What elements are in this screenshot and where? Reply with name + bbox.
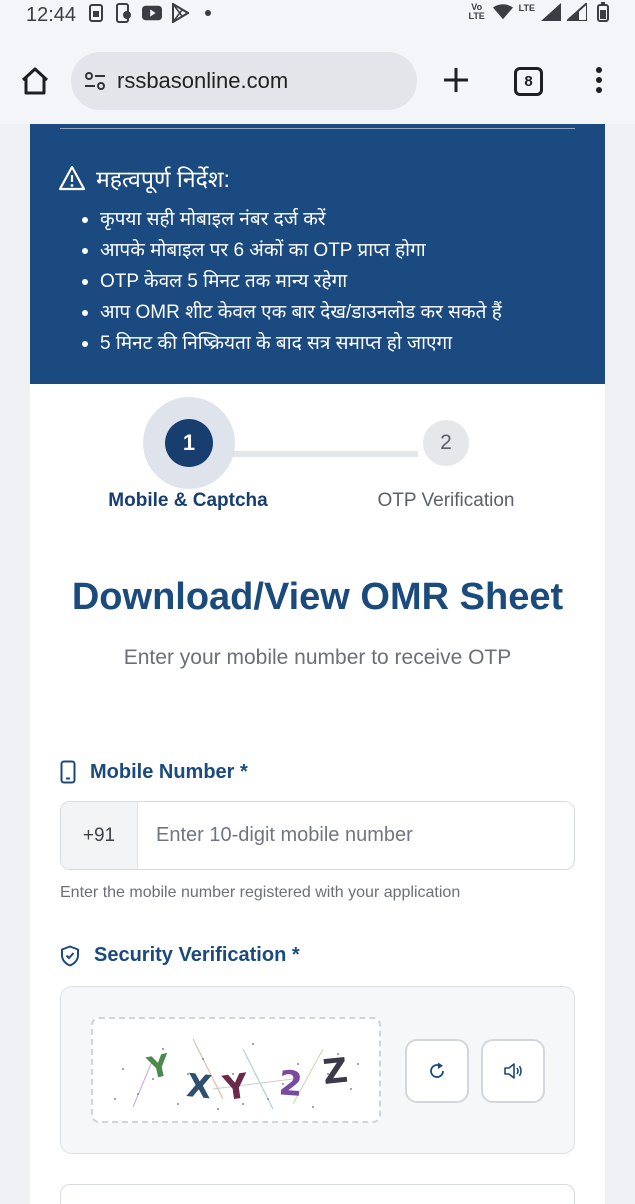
site-settings-icon[interactable] [83, 69, 107, 93]
dot-icon [198, 3, 218, 23]
new-tab-button[interactable] [436, 60, 476, 100]
volte-label: Vo LTE [468, 2, 485, 21]
captcha-graphic: Y X Y 2 Z [114, 1038, 359, 1110]
step-1-label: Mobile & Captcha [108, 490, 268, 511]
divider [60, 128, 575, 129]
status-bar: 12:44 Vo LTE LTE [0, 0, 635, 36]
mobile-number-input[interactable] [138, 802, 574, 869]
youtube-icon [142, 3, 162, 23]
system-icons: Vo LTE LTE [467, 0, 613, 24]
captcha-input-field[interactable] [60, 1184, 575, 1204]
captcha-char: Y [220, 1066, 251, 1109]
plus-icon [444, 68, 468, 92]
page-title: Download/View OMR Sheet [71, 576, 564, 618]
captcha-char: Y [144, 1048, 175, 1087]
captcha-char: X [185, 1066, 214, 1106]
more-vertical-icon [596, 67, 602, 93]
security-verification-label: Security Verification * [60, 944, 300, 967]
status-time: 12:44 [26, 4, 77, 26]
play-store-icon [170, 3, 190, 23]
refresh-captcha-button[interactable] [405, 1039, 469, 1103]
signal-icon-1 [541, 2, 561, 22]
refresh-icon [430, 1062, 444, 1078]
instruction-item: 5 मिनट की निष्क्रियता के बाद सत्र समाप्त… [78, 328, 502, 359]
battery-icon [593, 2, 613, 22]
security-verification-label-text: Security Verification * [94, 944, 300, 966]
warning-icon [58, 165, 86, 191]
captcha-char: 2 [278, 1063, 304, 1105]
instructions-title: महत्वपूर्ण निर्देश: [96, 166, 230, 192]
home-icon [21, 67, 49, 95]
step-2-indicator: 2 [423, 420, 469, 466]
instructions-header: महत्वपूर्ण निर्देश: [58, 162, 230, 194]
instruction-item: OTP केवल 5 मिनट तक मान्य रहेगा [78, 266, 502, 297]
captcha-char: Z [321, 1051, 350, 1093]
page-subtitle: Enter your mobile number to receive OTP [123, 646, 512, 669]
instructions-banner: महत्वपूर्ण निर्देश: कृपया सही मोबाइल नंब… [30, 124, 605, 384]
browser-toolbar: rssbasonline.com 8 [0, 36, 635, 124]
home-button[interactable] [14, 60, 56, 102]
page-card: महत्वपूर्ण निर्देश: कृपया सही मोबाइल नंब… [30, 124, 605, 1204]
mobile-help-text: Enter the mobile number registered with … [60, 884, 461, 901]
captcha-image: Y X Y 2 Z [91, 1017, 381, 1123]
lte-label: LTE [518, 2, 535, 13]
country-code: +91 [61, 802, 138, 869]
instruction-item: कृपया सही मोबाइल नंबर दर्ज करें [78, 204, 502, 235]
browser-menu-button[interactable] [586, 60, 612, 100]
wifi-icon [492, 2, 513, 22]
captcha-panel: Y X Y 2 Z [60, 986, 575, 1154]
url-text: rssbasonline.com [117, 68, 289, 93]
mobile-number-label: Mobile Number * [60, 760, 248, 784]
speaker-icon [504, 1063, 522, 1079]
sim-card-icon [86, 3, 106, 23]
phone-sync-icon [114, 3, 134, 23]
instructions-list: कृपया सही मोबाइल नंबर दर्ज करें आपके मोब… [78, 204, 502, 359]
step-1-indicator: 1 [165, 419, 213, 467]
audio-captcha-button[interactable] [481, 1039, 545, 1103]
mobile-number-label-text: Mobile Number * [90, 760, 248, 783]
instruction-item: आप OMR शीट केवल एक बार देख/डाउनलोड कर सक… [78, 297, 502, 328]
mobile-number-field: +91 [60, 801, 575, 870]
shield-check-icon [61, 945, 79, 966]
stepper-connector [218, 451, 418, 457]
tab-switcher-button[interactable]: 8 [514, 67, 543, 96]
address-bar[interactable]: rssbasonline.com [71, 52, 417, 110]
mobile-phone-icon [60, 760, 76, 784]
step-2-label: OTP Verification [377, 490, 515, 511]
instruction-item: आपके मोबाइल पर 6 अंकों का OTP प्राप्त हो… [78, 235, 502, 266]
signal-icon-2 [567, 2, 587, 22]
notification-icons [86, 2, 218, 24]
